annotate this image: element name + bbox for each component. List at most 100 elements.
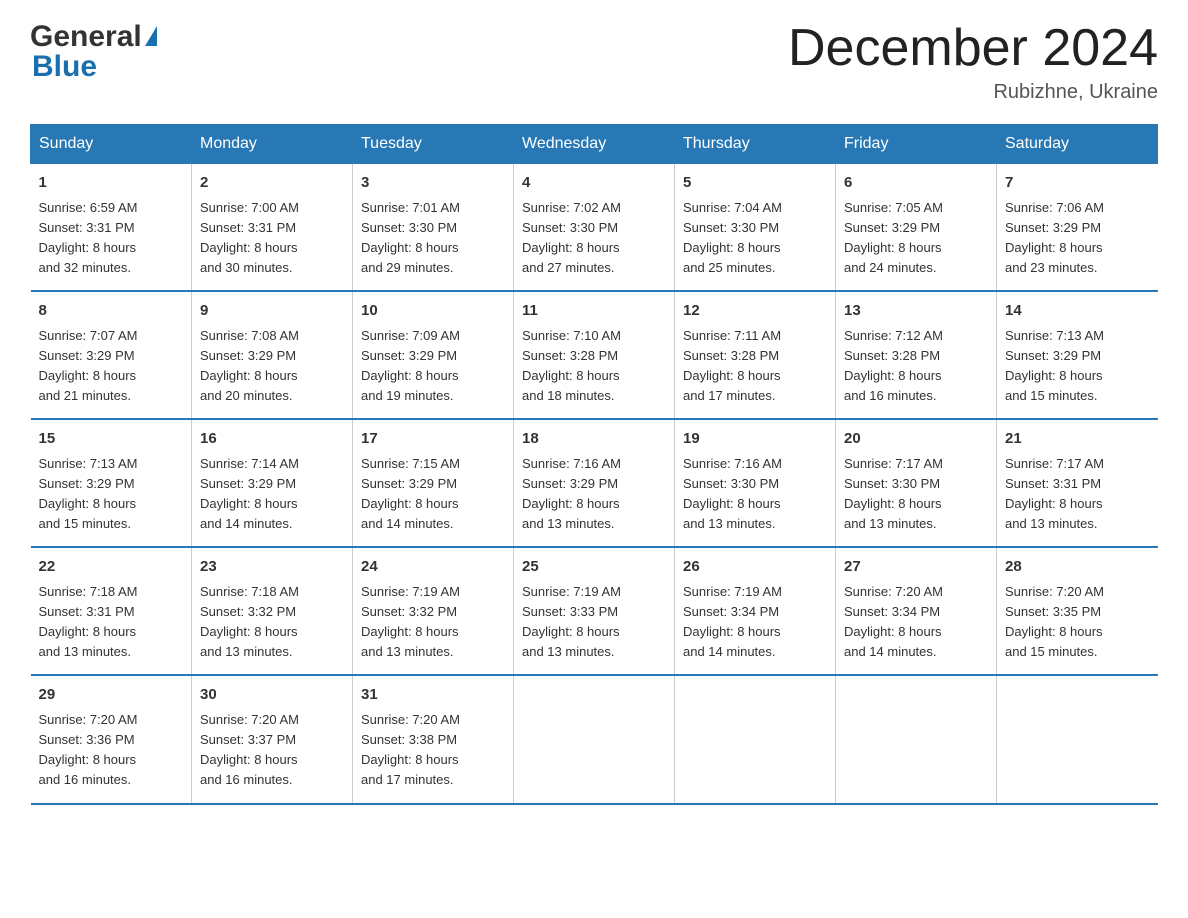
title-section: December 2024 Rubizhne, Ukraine: [788, 20, 1158, 104]
day-number: 22: [39, 556, 184, 579]
calendar-cell: 5 Sunrise: 7:04 AMSunset: 3:30 PMDaylight…: [675, 164, 836, 292]
calendar-cell: 29Sunrise: 7:20 AMSunset: 3:36 PMDayligh…: [31, 675, 192, 803]
day-info: Sunrise: 7:19 AMSunset: 3:32 PMDaylight:…: [361, 582, 505, 663]
calendar-week-row: 22Sunrise: 7:18 AMSunset: 3:31 PMDayligh…: [31, 547, 1158, 675]
day-info: Sunrise: 7:13 AMSunset: 3:29 PMDaylight:…: [39, 454, 184, 535]
calendar-cell: 15 Sunrise: 7:13 AMSunset: 3:29 PMDayligh…: [31, 419, 192, 547]
calendar-cell: 13 Sunrise: 7:12 AMSunset: 3:28 PMDayligh…: [836, 291, 997, 419]
day-number: 1: [39, 172, 184, 195]
calendar-cell: 28Sunrise: 7:20 AMSunset: 3:35 PMDayligh…: [997, 547, 1158, 675]
calendar-cell: [514, 675, 675, 803]
calendar-table: Sunday Monday Tuesday Wednesday Thursday…: [30, 124, 1158, 804]
day-info: Sunrise: 7:02 AMSunset: 3:30 PMDaylight:…: [522, 198, 666, 279]
calendar-cell: [675, 675, 836, 803]
calendar-cell: 27 Sunrise: 7:20 AMSunset: 3:34 PMDayligh…: [836, 547, 997, 675]
day-number: 13: [844, 300, 988, 323]
day-info: Sunrise: 7:19 AMSunset: 3:33 PMDaylight:…: [522, 582, 666, 663]
calendar-cell: 12 Sunrise: 7:11 AMSunset: 3:28 PMDayligh…: [675, 291, 836, 419]
logo-blue-text: Blue: [32, 50, 97, 84]
calendar-cell: 16 Sunrise: 7:14 AMSunset: 3:29 PMDayligh…: [192, 419, 353, 547]
day-info: Sunrise: 7:20 AMSunset: 3:34 PMDaylight:…: [844, 582, 988, 663]
day-number: 8: [39, 300, 184, 323]
day-number: 20: [844, 428, 988, 451]
calendar-cell: 17Sunrise: 7:15 AMSunset: 3:29 PMDayligh…: [353, 419, 514, 547]
calendar-cell: 25Sunrise: 7:19 AMSunset: 3:33 PMDayligh…: [514, 547, 675, 675]
calendar-cell: 19 Sunrise: 7:16 AMSunset: 3:30 PMDayligh…: [675, 419, 836, 547]
calendar-week-row: 29Sunrise: 7:20 AMSunset: 3:36 PMDayligh…: [31, 675, 1158, 803]
calendar-cell: 6 Sunrise: 7:05 AMSunset: 3:29 PMDaylight…: [836, 164, 997, 292]
col-friday: Friday: [836, 125, 997, 164]
calendar-week-row: 1 Sunrise: 6:59 AMSunset: 3:31 PMDaylight…: [31, 164, 1158, 292]
day-info: Sunrise: 7:11 AMSunset: 3:28 PMDaylight:…: [683, 326, 827, 407]
calendar-cell: 14Sunrise: 7:13 AMSunset: 3:29 PMDayligh…: [997, 291, 1158, 419]
col-saturday: Saturday: [997, 125, 1158, 164]
day-number: 5: [683, 172, 827, 195]
col-tuesday: Tuesday: [353, 125, 514, 164]
calendar-cell: 23 Sunrise: 7:18 AMSunset: 3:32 PMDayligh…: [192, 547, 353, 675]
day-info: Sunrise: 7:20 AMSunset: 3:38 PMDaylight:…: [361, 710, 505, 791]
day-info: Sunrise: 7:19 AMSunset: 3:34 PMDaylight:…: [683, 582, 827, 663]
col-wednesday: Wednesday: [514, 125, 675, 164]
day-number: 16: [200, 428, 344, 451]
day-number: 19: [683, 428, 827, 451]
logo-triangle-icon: [145, 26, 157, 46]
day-number: 12: [683, 300, 827, 323]
day-info: Sunrise: 7:17 AMSunset: 3:30 PMDaylight:…: [844, 454, 988, 535]
day-info: Sunrise: 7:00 AMSunset: 3:31 PMDaylight:…: [200, 198, 344, 279]
day-number: 18: [522, 428, 666, 451]
calendar-cell: [836, 675, 997, 803]
col-sunday: Sunday: [31, 125, 192, 164]
day-info: Sunrise: 7:09 AMSunset: 3:29 PMDaylight:…: [361, 326, 505, 407]
day-number: 26: [683, 556, 827, 579]
day-info: Sunrise: 7:15 AMSunset: 3:29 PMDaylight:…: [361, 454, 505, 535]
day-info: Sunrise: 7:04 AMSunset: 3:30 PMDaylight:…: [683, 198, 827, 279]
calendar-cell: 7 Sunrise: 7:06 AMSunset: 3:29 PMDaylight…: [997, 164, 1158, 292]
calendar-cell: 4 Sunrise: 7:02 AMSunset: 3:30 PMDaylight…: [514, 164, 675, 292]
day-number: 23: [200, 556, 344, 579]
day-number: 10: [361, 300, 505, 323]
day-info: Sunrise: 7:06 AMSunset: 3:29 PMDaylight:…: [1005, 198, 1150, 279]
calendar-cell: 24Sunrise: 7:19 AMSunset: 3:32 PMDayligh…: [353, 547, 514, 675]
day-number: 31: [361, 684, 505, 707]
day-info: Sunrise: 7:17 AMSunset: 3:31 PMDaylight:…: [1005, 454, 1150, 535]
day-number: 29: [39, 684, 184, 707]
day-info: Sunrise: 7:05 AMSunset: 3:29 PMDaylight:…: [844, 198, 988, 279]
day-number: 15: [39, 428, 184, 451]
calendar-cell: 20 Sunrise: 7:17 AMSunset: 3:30 PMDayligh…: [836, 419, 997, 547]
day-info: Sunrise: 7:12 AMSunset: 3:28 PMDaylight:…: [844, 326, 988, 407]
calendar-cell: 1 Sunrise: 6:59 AMSunset: 3:31 PMDaylight…: [31, 164, 192, 292]
day-number: 11: [522, 300, 666, 323]
day-info: Sunrise: 7:20 AMSunset: 3:35 PMDaylight:…: [1005, 582, 1150, 663]
calendar-cell: 11 Sunrise: 7:10 AMSunset: 3:28 PMDayligh…: [514, 291, 675, 419]
calendar-cell: 9Sunrise: 7:08 AMSunset: 3:29 PMDaylight…: [192, 291, 353, 419]
day-number: 3: [361, 172, 505, 195]
calendar-cell: 30Sunrise: 7:20 AMSunset: 3:37 PMDayligh…: [192, 675, 353, 803]
calendar-week-row: 8 Sunrise: 7:07 AMSunset: 3:29 PMDaylight…: [31, 291, 1158, 419]
day-info: Sunrise: 6:59 AMSunset: 3:31 PMDaylight:…: [39, 198, 184, 279]
calendar-cell: 21 Sunrise: 7:17 AMSunset: 3:31 PMDayligh…: [997, 419, 1158, 547]
day-number: 30: [200, 684, 344, 707]
day-info: Sunrise: 7:01 AMSunset: 3:30 PMDaylight:…: [361, 198, 505, 279]
calendar-cell: 2Sunrise: 7:00 AMSunset: 3:31 PMDaylight…: [192, 164, 353, 292]
calendar-cell: 8 Sunrise: 7:07 AMSunset: 3:29 PMDaylight…: [31, 291, 192, 419]
calendar-cell: 18 Sunrise: 7:16 AMSunset: 3:29 PMDayligh…: [514, 419, 675, 547]
day-number: 6: [844, 172, 988, 195]
day-number: 21: [1005, 428, 1150, 451]
day-info: Sunrise: 7:10 AMSunset: 3:28 PMDaylight:…: [522, 326, 666, 407]
page-header: General Blue December 2024 Rubizhne, Ukr…: [30, 20, 1158, 104]
day-number: 4: [522, 172, 666, 195]
day-info: Sunrise: 7:18 AMSunset: 3:32 PMDaylight:…: [200, 582, 344, 663]
day-info: Sunrise: 7:16 AMSunset: 3:30 PMDaylight:…: [683, 454, 827, 535]
day-info: Sunrise: 7:13 AMSunset: 3:29 PMDaylight:…: [1005, 326, 1150, 407]
calendar-header-row: Sunday Monday Tuesday Wednesday Thursday…: [31, 125, 1158, 164]
logo-general-text: General: [30, 20, 142, 54]
day-info: Sunrise: 7:16 AMSunset: 3:29 PMDaylight:…: [522, 454, 666, 535]
day-info: Sunrise: 7:07 AMSunset: 3:29 PMDaylight:…: [39, 326, 184, 407]
location: Rubizhne, Ukraine: [788, 81, 1158, 104]
day-info: Sunrise: 7:08 AMSunset: 3:29 PMDaylight:…: [200, 326, 344, 407]
day-info: Sunrise: 7:14 AMSunset: 3:29 PMDaylight:…: [200, 454, 344, 535]
day-number: 27: [844, 556, 988, 579]
calendar-week-row: 15 Sunrise: 7:13 AMSunset: 3:29 PMDayligh…: [31, 419, 1158, 547]
day-number: 7: [1005, 172, 1150, 195]
col-thursday: Thursday: [675, 125, 836, 164]
